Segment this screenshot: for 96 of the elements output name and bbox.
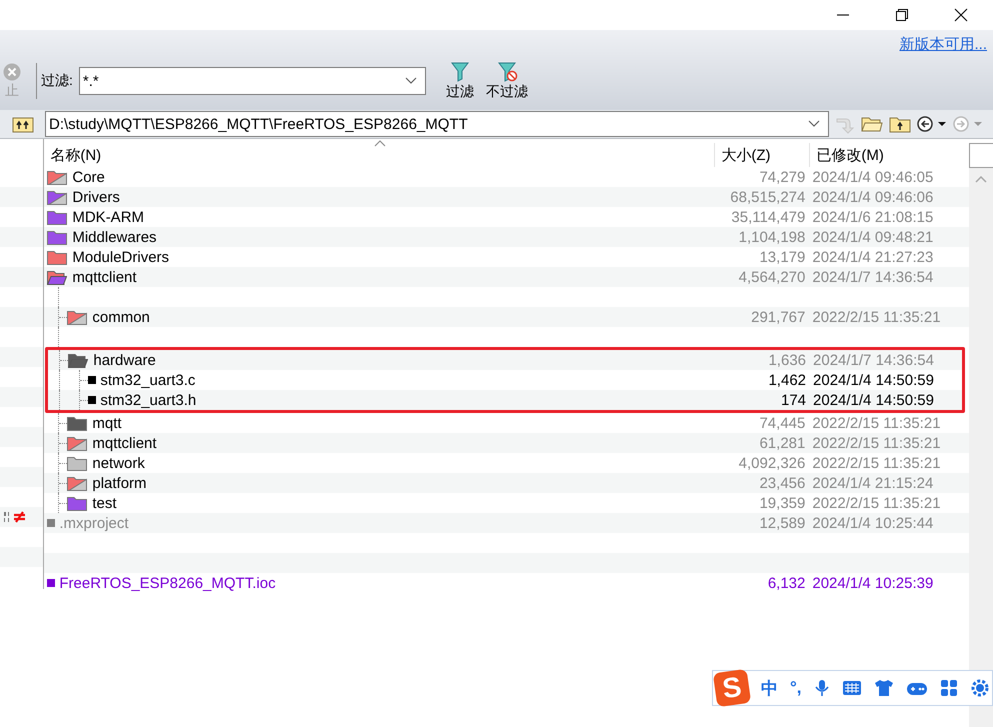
- file-row[interactable]: common 291,767 2022/2/15 11:35:21: [44, 307, 970, 327]
- file-name[interactable]: mqttclient: [92, 434, 157, 452]
- file-name[interactable]: test: [92, 494, 117, 512]
- file-row[interactable]: hardware 1,636 2024/1/7 14:36:54: [48, 350, 962, 370]
- up-folder-icon[interactable]: [889, 115, 911, 133]
- modified-date: 2024/1/4 10:25:39: [812, 574, 934, 592]
- file-row[interactable]: MDK-ARM 35,114,479 2024/1/6 21:08:15: [44, 207, 970, 227]
- funnel-icon: [496, 62, 518, 82]
- close-icon[interactable]: [954, 8, 968, 22]
- scrollbar[interactable]: [969, 168, 993, 727]
- file-size: 35,114,479: [731, 208, 806, 226]
- path-field[interactable]: D:\study\MQTT\ESP8266_MQTT\FreeRTOS_ESP8266_MQTT: [45, 111, 829, 137]
- file-name[interactable]: network: [92, 454, 145, 472]
- file-name[interactable]: MDK-ARM: [72, 208, 144, 226]
- file-row[interactable]: test 19,359 2022/2/15 11:35:21: [44, 493, 970, 513]
- filter-field[interactable]: *.*: [78, 67, 426, 95]
- gamepad-icon[interactable]: [906, 680, 928, 696]
- file-size: 19,359: [759, 494, 806, 512]
- file-name[interactable]: stm32_uart3.h: [100, 392, 196, 408]
- file-size: 4,564,270: [738, 268, 806, 286]
- file-row[interactable]: network 4,092,326 2022/2/15 11:35:21: [44, 453, 970, 473]
- file-row[interactable]: Middlewares 1,104,198 2024/1/4 09:48:21: [44, 227, 970, 247]
- modified-date: 2022/2/15 11:35:21: [812, 414, 941, 432]
- modified-date: 2024/1/6 21:08:15: [812, 208, 934, 226]
- folder-icon[interactable]: [861, 115, 883, 133]
- file-name[interactable]: mqttclient: [72, 268, 137, 286]
- modified-date: 2024/1/4 14:50:59: [813, 372, 934, 388]
- file-row[interactable]: FreeRTOS_ESP8266_MQTT.ioc 6,132 2024/1/4 10:25:39: [44, 573, 970, 593]
- file-name[interactable]: platform: [92, 474, 147, 492]
- filter-button[interactable]: 过滤: [440, 62, 480, 100]
- file-row[interactable]: stm32_uart3.c 1,462 2024/1/4 14:50:59: [48, 370, 962, 390]
- stop-icon: [3, 62, 21, 80]
- file-size: 23,456: [759, 474, 806, 492]
- settings-icon[interactable]: [970, 678, 990, 698]
- update-link[interactable]: 新版本可用...: [899, 34, 987, 54]
- file-name[interactable]: Drivers: [72, 188, 120, 206]
- modified-date: 2024/1/4 09:46:05: [812, 168, 934, 186]
- up-folder-icon[interactable]: [12, 115, 34, 133]
- modified-date: 2022/2/15 11:35:21: [812, 308, 941, 326]
- file-name[interactable]: stm32_uart3.c: [100, 372, 196, 388]
- file-size: 68,515,274: [730, 188, 806, 206]
- keyboard-icon[interactable]: [842, 680, 862, 696]
- file-row[interactable]: stm32_uart3.h 174 2024/1/4 14:50:59: [48, 390, 962, 410]
- file-name[interactable]: FreeRTOS_ESP8266_MQTT.ioc: [59, 574, 276, 592]
- maximize-icon[interactable]: [895, 8, 909, 22]
- modified-date: 2024/1/7 14:36:54: [813, 352, 934, 368]
- file-row[interactable]: mqttclient 61,281 2022/2/15 11:35:21: [44, 433, 970, 453]
- dropdown-icon[interactable]: [808, 120, 820, 128]
- file-size: 1,462: [768, 372, 806, 388]
- file-size: 13,179: [759, 248, 806, 266]
- file-size: 4,092,326: [738, 454, 806, 472]
- modified-date: 2022/2/15 11:35:21: [812, 454, 941, 472]
- file-name[interactable]: common: [92, 308, 150, 326]
- file-name[interactable]: Core: [72, 168, 105, 186]
- forward-icon[interactable]: [953, 115, 983, 133]
- microphone-icon[interactable]: [814, 679, 830, 697]
- file-name[interactable]: ModuleDrivers: [72, 248, 170, 266]
- dropdown-icon[interactable]: [404, 77, 417, 85]
- file-row[interactable]: mqttclient 4,564,270 2024/1/7 14:36:54: [44, 267, 970, 287]
- sort-icon: [374, 140, 386, 147]
- shirt-icon[interactable]: [874, 679, 894, 697]
- column-header[interactable]: 大小(Z): [714, 143, 810, 167]
- modified-date: 2024/1/4 14:50:59: [813, 392, 934, 408]
- filter-label: 过滤:: [41, 72, 73, 90]
- file-size: 61,281: [759, 434, 806, 452]
- back-icon[interactable]: [917, 115, 947, 133]
- column-header[interactable]: 名称(N): [44, 143, 714, 167]
- file-size: 74,445: [759, 414, 806, 432]
- file-size: 12,589: [759, 514, 806, 532]
- file-name[interactable]: hardware: [93, 352, 156, 368]
- modified-date: 2024/1/4 21:15:24: [812, 474, 934, 492]
- ime-mode[interactable]: 中: [761, 676, 778, 700]
- file-size: 74,279: [759, 168, 806, 186]
- file-row[interactable]: mqtt 74,445 2022/2/15 11:35:21: [44, 413, 970, 433]
- modified-date: 2024/1/4 10:25:44: [812, 514, 934, 532]
- modified-date: 2024/1/4 09:48:21: [812, 228, 934, 246]
- funnel-icon: [448, 62, 471, 82]
- file-size: 6,132: [768, 574, 806, 592]
- file-row[interactable]: platform 23,456 2024/1/4 21:15:24: [44, 473, 970, 493]
- modified-date: 2022/2/15 11:35:21: [812, 494, 941, 512]
- modified-date: 2024/1/4 09:46:06: [812, 188, 934, 206]
- file-name[interactable]: Middlewares: [72, 228, 157, 246]
- apps-icon[interactable]: [940, 679, 958, 697]
- file-name[interactable]: mqtt: [92, 414, 122, 432]
- modified-date: 2024/1/7 14:36:54: [812, 268, 934, 286]
- unfilter-button[interactable]: 不过滤: [480, 62, 534, 100]
- file-size: 291,767: [751, 308, 806, 326]
- file-size: 174: [780, 392, 806, 408]
- file-row[interactable]: Drivers 68,515,274 2024/1/4 09:46:06: [44, 187, 970, 207]
- ime-punctuation[interactable]: °,: [790, 678, 802, 698]
- modified-date: 2022/2/15 11:35:21: [812, 434, 941, 452]
- file-row[interactable]: Core 74,279 2024/1/4 09:46:05: [44, 167, 970, 187]
- file-size: 1,636: [768, 352, 806, 368]
- modified-date: 2024/1/4 21:27:23: [812, 248, 934, 266]
- file-row[interactable]: ModuleDrivers 13,179 2024/1/4 21:27:23: [44, 247, 970, 267]
- file-size: 1,104,198: [738, 228, 806, 246]
